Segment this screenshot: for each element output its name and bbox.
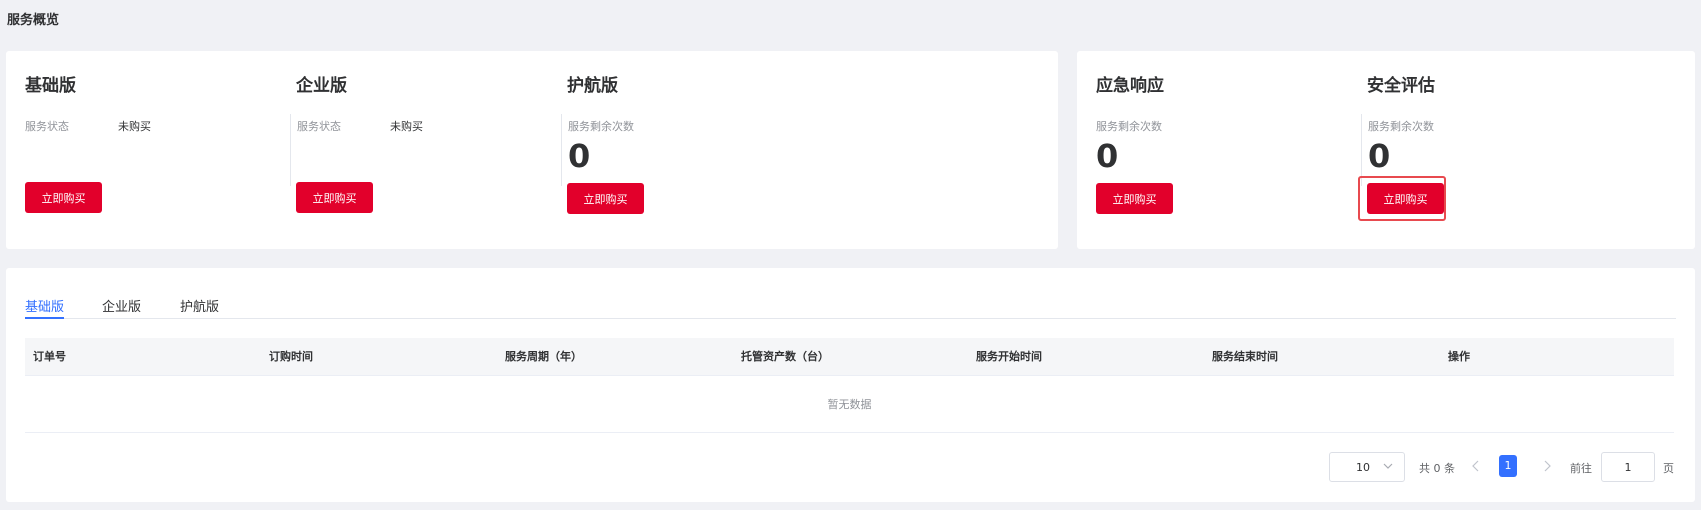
buy-basic-button[interactable]: 立即购买 — [25, 182, 102, 213]
service-emergency: 应急响应 服务剩余次数 0 立即购买 — [1077, 51, 1348, 249]
package-enterprise-info: 服务状态 未购买 — [290, 114, 550, 186]
package-basic-info: 服务状态 未购买 — [25, 114, 285, 186]
package-enterprise-title: 企业版 — [296, 76, 347, 96]
remaining-count: 0 — [1368, 137, 1391, 175]
service-assessment-title: 安全评估 — [1367, 76, 1435, 96]
column-asset-count: 托管资产数（台） — [741, 350, 829, 363]
service-emergency-info: 服务剩余次数 0 — [1096, 114, 1356, 186]
remaining-label: 服务剩余次数 — [568, 120, 634, 133]
package-basic-status-row: 服务状态 未购买 — [25, 118, 285, 134]
column-order-id: 订单号 — [33, 350, 66, 363]
page-size-value: 10 — [1356, 461, 1370, 474]
orders-table: 订单号 订购时间 服务周期（年） 托管资产数（台） 服务开始时间 服务结束时间 … — [25, 338, 1674, 433]
page-size-select[interactable]: 10 — [1329, 452, 1405, 482]
remaining-label: 服务剩余次数 — [1096, 120, 1162, 133]
chevron-down-icon — [1383, 463, 1393, 469]
column-start-time: 服务开始时间 — [976, 350, 1042, 363]
chevron-right-icon[interactable] — [1540, 458, 1554, 474]
remaining-count: 0 — [1096, 137, 1119, 175]
column-order-time: 订购时间 — [269, 350, 313, 363]
remaining-count: 0 — [568, 137, 591, 175]
buy-assessment-button[interactable]: 立即购买 — [1367, 183, 1444, 214]
status-label: 服务状态 — [25, 120, 69, 133]
buy-escort-button[interactable]: 立即购买 — [567, 183, 644, 214]
package-escort-title: 护航版 — [567, 76, 618, 96]
tab-enterprise[interactable]: 企业版 — [102, 296, 141, 319]
tab-basic[interactable]: 基础版 — [25, 296, 65, 319]
column-end-time: 服务结束时间 — [1212, 350, 1278, 363]
service-emergency-title: 应急响应 — [1096, 76, 1164, 96]
chevron-left-icon[interactable] — [1469, 458, 1483, 474]
page-title: 服务概览 — [7, 13, 60, 28]
column-service-period: 服务周期（年） — [505, 350, 582, 363]
page-number-current[interactable]: 1 — [1499, 455, 1517, 477]
package-enterprise: 企业版 服务状态 未购买 立即购买 — [277, 51, 548, 249]
empty-state: 暂无数据 — [25, 376, 1674, 433]
table-header: 订单号 订购时间 服务周期（年） 托管资产数（台） 服务开始时间 服务结束时间 … — [25, 338, 1674, 376]
column-actions: 操作 — [1448, 350, 1470, 363]
status-value: 未购买 — [390, 120, 423, 133]
package-basic: 基础版 服务状态 未购买 立即购买 — [6, 51, 277, 249]
remaining-label: 服务剩余次数 — [1368, 120, 1434, 133]
package-card: 基础版 服务状态 未购买 立即购买 企业版 服务状态 未购买 立即购买 护航版 … — [6, 51, 1058, 249]
service-assessment: 安全评估 服务剩余次数 0 立即购买 — [1348, 51, 1648, 249]
status-value: 未购买 — [118, 120, 151, 133]
status-label: 服务状态 — [297, 120, 341, 133]
page-suffix: 页 — [1663, 462, 1674, 475]
goto-page-input[interactable] — [1601, 452, 1655, 482]
goto-label: 前往 — [1570, 462, 1592, 475]
service-card: 应急响应 服务剩余次数 0 立即购买 安全评估 服务剩余次数 0 立即购买 — [1077, 51, 1695, 249]
orders-panel: 基础版 企业版 护航版 订单号 订购时间 服务周期（年） 托管资产数（台） 服务… — [6, 268, 1695, 502]
package-escort: 护航版 服务剩余次数 0 立即购买 — [548, 51, 848, 249]
package-enterprise-status-row: 服务状态 未购买 — [297, 118, 550, 134]
package-escort-info: 服务剩余次数 0 — [561, 114, 821, 186]
package-basic-title: 基础版 — [25, 76, 76, 96]
tab-escort[interactable]: 护航版 — [180, 296, 219, 319]
buy-enterprise-button[interactable]: 立即购买 — [296, 182, 373, 213]
order-tabs: 基础版 企业版 护航版 — [25, 296, 1676, 319]
buy-emergency-button[interactable]: 立即购买 — [1096, 183, 1173, 214]
total-count: 共 0 条 — [1419, 462, 1455, 475]
